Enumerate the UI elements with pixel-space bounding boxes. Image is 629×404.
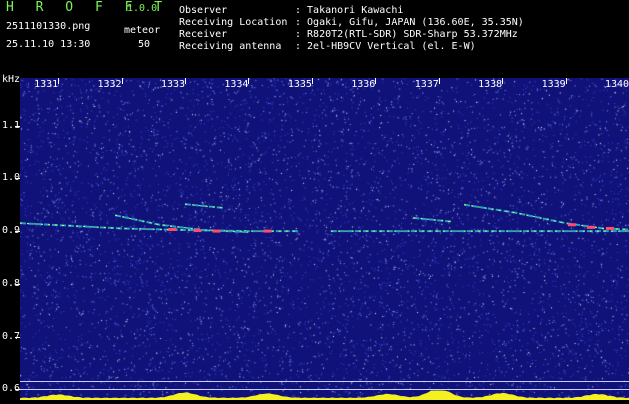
x-tick-label: 1332 — [97, 79, 122, 90]
x-tick-label: 1338 — [478, 79, 503, 90]
x-tick-mark — [565, 78, 567, 84]
x-tick-label: 1335 — [287, 79, 312, 90]
baseline-fill — [20, 390, 629, 400]
x-tick-label: 1334 — [224, 79, 249, 90]
antenna-value: : 2el-HB9CV Vertical (el. E-W) — [295, 41, 476, 52]
x-tick-mark — [502, 78, 504, 84]
x-tick-label: 1333 — [160, 79, 186, 90]
file-name: 2511101330.png — [6, 21, 91, 32]
receiver-value: : R820T2(RTL-SDR) SDR-Sharp 53.372MHz — [295, 29, 518, 40]
x-tick-label: 1339 — [541, 79, 566, 90]
x-tick-label: 1340 — [605, 79, 629, 90]
receiver-label: Receiver — [179, 29, 228, 40]
spectrogram: 1331 1332 1333 1334 1335 1336 1337 1338 1339 1340 — [20, 78, 629, 400]
x-tick-mark — [184, 78, 186, 84]
info-header: H R O F F T 1.0.0 2511101330.png meteor … — [0, 0, 629, 78]
location-label: Receiving Location — [179, 17, 288, 28]
file-datetime: 25.11.10 13:30 — [6, 39, 91, 50]
location-value: : Ogaki, Gifu, JAPAN (136.60E, 35.35N) — [295, 17, 524, 28]
strong-echo — [212, 229, 221, 233]
observer-value: : Takanori Kawachi — [295, 5, 404, 16]
x-tick-mark — [121, 78, 123, 84]
echo-trace — [463, 203, 629, 231]
spectrogram-overlay — [20, 203, 629, 400]
meteor-label: meteor — [124, 25, 161, 36]
strong-echo — [193, 229, 202, 233]
antenna-label: Receiving antenna — [179, 41, 282, 52]
meteor-count: 50 — [138, 39, 151, 50]
app-version: 1.0.0 — [127, 3, 158, 14]
echo-trace — [413, 216, 452, 223]
x-tick-mark — [248, 78, 250, 84]
x-tick-mark — [375, 78, 377, 84]
echo-trace — [184, 203, 224, 209]
observer-label: Observer — [179, 5, 228, 16]
x-tick-mark — [58, 78, 60, 84]
strong-echo — [168, 227, 177, 231]
y-unit-label: kHz — [2, 74, 21, 85]
x-tick-mark — [438, 78, 440, 84]
y-axis: kHz 1.1 1.0 0.9 0.8 0.7 0.6 — [0, 74, 20, 400]
strong-echo — [263, 229, 272, 233]
x-tick-label: 1331 — [34, 79, 59, 90]
strong-echo — [567, 223, 576, 227]
x-tick-mark — [311, 78, 313, 84]
strong-echo — [605, 226, 614, 230]
x-tick-label: 1337 — [414, 79, 439, 90]
strong-echo — [586, 225, 595, 229]
x-tick-label: 1336 — [351, 79, 376, 90]
